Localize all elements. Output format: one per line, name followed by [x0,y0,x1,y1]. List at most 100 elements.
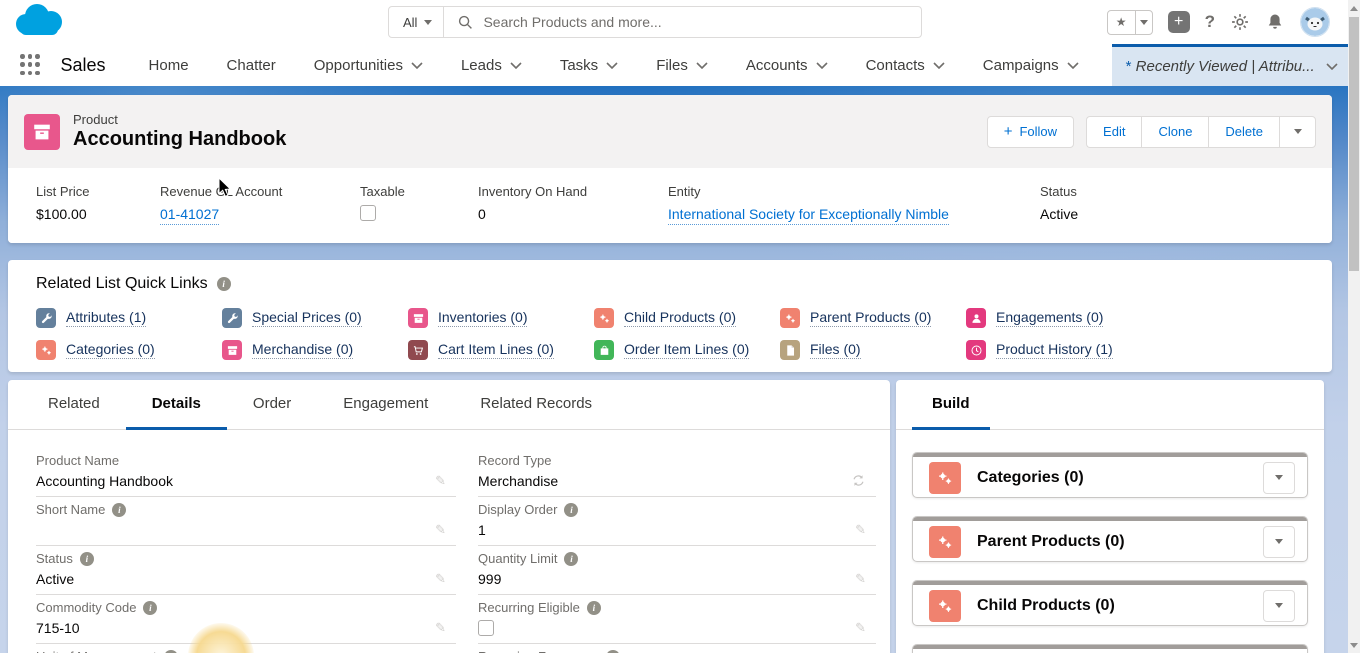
edit-pencil-icon[interactable]: ✎ [435,571,446,587]
info-icon[interactable]: i [564,503,578,517]
nav-item-opportunities[interactable]: Opportunities [295,44,442,86]
info-icon[interactable]: i [112,503,126,517]
app-launcher-icon[interactable] [20,54,40,76]
taxable-checkbox[interactable] [360,205,376,221]
app-nav-bar: Sales Home Chatter Opportunities Leads T… [0,44,1360,86]
edit-button[interactable]: Edit [1086,116,1141,148]
vertical-scrollbar[interactable] [1348,0,1360,653]
edit-pencil-icon[interactable]: ✎ [855,620,866,636]
categories-menu-button[interactable] [1263,462,1295,494]
record-entity-label: Product [73,112,286,127]
quick-link-child-products[interactable]: Child Products (0) [594,308,780,328]
record-detail-card: Related Details Order Engagement Related… [8,380,890,653]
salesforce-logo-icon[interactable] [10,2,68,47]
quick-link-product-history[interactable]: Product History (1) [966,340,1152,360]
quick-links-grid: Attributes (1) Special Prices (0) Invent… [36,308,1332,360]
tab-order[interactable]: Order [227,380,317,430]
gears-icon [36,340,56,360]
nav-item-chatter[interactable]: Chatter [208,44,295,86]
info-icon[interactable]: i [217,277,231,291]
detail-form: Product Name Accounting Handbook ✎ Short… [8,430,890,653]
nav-item-campaigns[interactable]: Campaigns [964,44,1098,86]
quick-link-merchandise[interactable]: Merchandise (0) [222,340,408,360]
edit-pencil-icon[interactable]: ✎ [855,522,866,538]
quick-link-cart-item-lines[interactable]: Cart Item Lines (0) [408,340,594,360]
nav-item-files[interactable]: Files [637,44,727,86]
accordion-partial [912,644,1308,653]
field-recurring-frequency: Recurring Frequencyi [478,644,876,653]
tab-build[interactable]: Build [912,380,990,430]
scroll-down-arrow-icon[interactable] [1350,643,1358,648]
scroll-up-arrow-icon[interactable] [1350,6,1358,11]
quick-link-special-prices[interactable]: Special Prices (0) [222,308,408,328]
edit-pencil-icon[interactable]: ✎ [435,522,446,538]
nav-item-tasks[interactable]: Tasks [541,44,637,86]
info-icon[interactable]: i [80,552,94,566]
info-icon[interactable]: i [606,650,620,653]
entity-link[interactable]: International Society for Exceptionally … [668,206,949,225]
quick-link-parent-products[interactable]: Parent Products (0) [780,308,966,328]
help-icon[interactable]: ? [1205,12,1215,32]
bag-icon [594,340,614,360]
record-header-top: Product Accounting Handbook +Follow Edit… [8,95,1332,168]
scrollbar-thumb[interactable] [1349,17,1359,271]
tab-related[interactable]: Related [22,380,126,430]
product-record-icon [24,114,60,150]
active-record-tab[interactable]: * Recently Viewed | Attribu... × [1112,44,1360,86]
setup-gear-icon[interactable] [1230,12,1250,32]
parent-products-menu-button[interactable] [1263,526,1295,558]
quick-link-order-item-lines[interactable]: Order Item Lines (0) [594,340,780,360]
revenue-gl-account-link[interactable]: 01-41027 [160,206,219,225]
info-icon[interactable]: i [164,650,178,653]
record-header-card: Product Accounting Handbook +Follow Edit… [8,95,1332,243]
recurring-eligible-checkbox[interactable] [478,620,494,636]
info-icon[interactable]: i [143,601,157,615]
quick-link-attributes[interactable]: Attributes (1) [36,308,222,328]
nav-item-leads[interactable]: Leads [442,44,541,86]
quick-link-engagements[interactable]: Engagements (0) [966,308,1152,328]
field-product-name: Product Name Accounting Handbook ✎ [36,448,456,497]
chevron-down-icon [696,62,708,69]
search-scope-selector[interactable]: All [389,7,444,37]
edit-pencil-icon[interactable]: ✎ [435,620,446,636]
more-actions-button[interactable] [1279,116,1316,148]
tab-chevron-down-icon[interactable] [1326,63,1338,70]
delete-button[interactable]: Delete [1208,116,1279,148]
nav-item-contacts[interactable]: Contacts [847,44,964,86]
search-placeholder[interactable]: Search Products and more... [483,14,661,30]
field-unit-of-measurement: Unit of Measurementi [36,644,456,653]
global-actions-icon[interactable]: + [1168,11,1190,33]
follow-button[interactable]: +Follow [987,116,1074,148]
child-products-menu-button[interactable] [1263,590,1295,622]
tab-engagement[interactable]: Engagement [317,380,454,430]
user-avatar[interactable] [1300,7,1330,37]
record-titles: Product Accounting Handbook [73,112,286,151]
nav-item-home[interactable]: Home [130,44,208,86]
record-action-group: Edit Clone Delete [1086,116,1316,148]
build-tabs: Build [896,380,1324,430]
unsaved-indicator: * [1126,58,1132,75]
edit-pencil-icon[interactable]: ✎ [435,473,446,489]
favorites-chevron-icon[interactable] [1135,11,1152,34]
favorite-star-icon[interactable]: ★ [1108,11,1135,34]
info-icon[interactable]: i [587,601,601,615]
field-commodity-code: Commodity Codei 715-10 ✎ [36,595,456,644]
quick-link-files[interactable]: Files (0) [780,340,966,360]
change-record-type-icon[interactable] [851,473,866,488]
record-highlights: List Price $100.00 Revenue GL Account 01… [8,168,1332,243]
tab-related-records[interactable]: Related Records [454,380,618,430]
clone-button[interactable]: Clone [1141,116,1208,148]
global-search[interactable]: All Search Products and more... [388,6,922,38]
quick-link-inventories[interactable]: Inventories (0) [408,308,594,328]
tab-details[interactable]: Details [126,380,227,430]
quick-links-title: Related List Quick Links [36,275,208,293]
notifications-bell-icon[interactable] [1265,12,1285,32]
chevron-down-icon [1275,603,1283,608]
accordion-child-products: Child Products (0) [912,580,1308,626]
box-icon [408,308,428,328]
edit-pencil-icon[interactable]: ✎ [855,571,866,587]
app-name[interactable]: Sales [61,55,106,76]
quick-link-categories[interactable]: Categories (0) [36,340,222,360]
nav-item-accounts[interactable]: Accounts [727,44,847,86]
info-icon[interactable]: i [564,552,578,566]
